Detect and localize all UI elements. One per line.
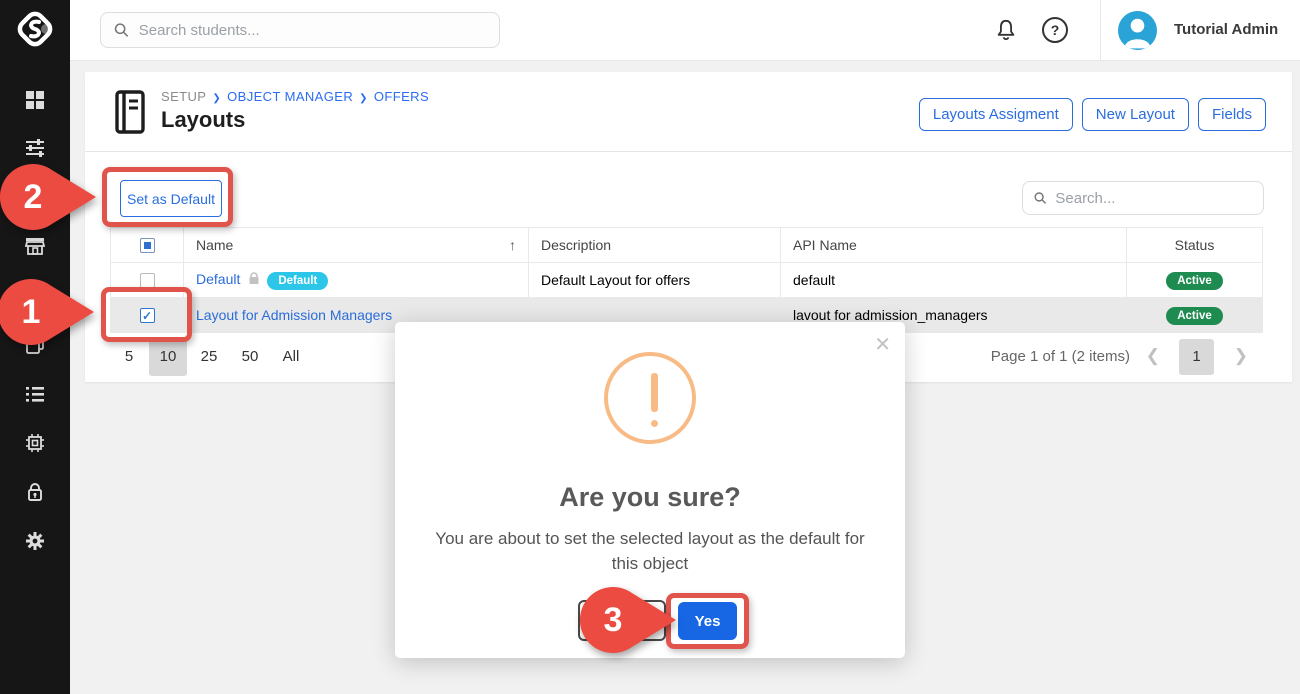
- row-description: Default Layout for offers: [529, 263, 781, 298]
- notifications-button[interactable]: [993, 17, 1019, 48]
- highlight-box-set-as-default: [102, 167, 233, 227]
- topbar-divider: [1100, 0, 1101, 61]
- dialog-message: You are about to set the selected layout…: [425, 527, 875, 576]
- step-marker-3: 3: [576, 583, 680, 657]
- user-name: Tutorial Admin: [1174, 21, 1278, 38]
- highlight-box-checkbox: [101, 287, 192, 342]
- search-icon: [1033, 190, 1047, 206]
- step-marker-1: 1: [0, 275, 98, 349]
- app-root: ? Tutorial Admin SETUP❯OBJECT MA: [0, 0, 1300, 694]
- step-number: 3: [588, 601, 638, 640]
- sidebar-item-list[interactable]: [0, 376, 70, 412]
- logo-icon: [15, 9, 55, 49]
- store-icon: [24, 235, 46, 257]
- page-size-all[interactable]: All: [272, 338, 310, 376]
- step-number: 2: [8, 178, 58, 217]
- sidebar-item-dashboard[interactable]: [0, 82, 70, 118]
- chevron-right-icon: ❯: [206, 93, 227, 104]
- sort-ascending-icon[interactable]: ↑: [509, 237, 516, 253]
- page-size-25[interactable]: 25: [190, 338, 228, 376]
- layouts-page-icon: [111, 88, 149, 141]
- chevron-right-icon: ❯: [353, 93, 374, 104]
- student-search: [100, 12, 500, 48]
- table-row-default: Default Default Default Layout for offers…: [111, 263, 1263, 298]
- dashboard-icon: [24, 89, 46, 111]
- previous-page-icon[interactable]: ❮: [1146, 346, 1160, 366]
- dialog-title: Are you sure?: [395, 482, 905, 513]
- gear-icon: [24, 530, 46, 552]
- column-header-status: Status: [1127, 228, 1263, 263]
- search-icon: [113, 21, 130, 39]
- breadcrumb-offers[interactable]: OFFERS: [374, 89, 429, 104]
- step-number: 1: [6, 293, 56, 332]
- step-marker-2: 2: [0, 160, 100, 234]
- page-number-1[interactable]: 1: [1179, 339, 1214, 375]
- tune-icon: [24, 137, 46, 159]
- layout-link-default[interactable]: Default: [196, 271, 240, 287]
- select-all-checkbox[interactable]: [140, 238, 155, 253]
- table-search-input[interactable]: [1055, 190, 1253, 207]
- breadcrumb-setup: SETUP: [161, 89, 206, 104]
- default-badge: Default: [267, 272, 328, 290]
- user-avatar[interactable]: [1118, 11, 1157, 50]
- warning-icon: [604, 352, 696, 444]
- status-badge: Active: [1166, 272, 1223, 290]
- layout-link-admission-managers[interactable]: Layout for Admission Managers: [196, 307, 392, 323]
- breadcrumb: SETUP❯OBJECT MANAGER❯OFFERS: [161, 89, 429, 104]
- fields-button[interactable]: Fields: [1198, 98, 1266, 131]
- status-badge: Active: [1166, 307, 1223, 325]
- chip-icon: [24, 432, 46, 454]
- new-layout-button[interactable]: New Layout: [1082, 98, 1189, 131]
- page-header: SETUP❯OBJECT MANAGER❯OFFERS Layouts Layo…: [85, 72, 1292, 151]
- student-search-input[interactable]: [139, 22, 487, 39]
- layouts-table: Name ↑ Description API Name Status Defau…: [110, 227, 1263, 333]
- page-size-10[interactable]: 10: [149, 338, 187, 376]
- question-mark-icon: ?: [1051, 22, 1060, 38]
- page-size-5[interactable]: 5: [110, 338, 148, 376]
- header-checkbox-cell: [111, 228, 184, 263]
- topbar: ? Tutorial Admin: [70, 0, 1300, 61]
- row-api-name: default: [781, 263, 1127, 298]
- sidebar-item-security[interactable]: [0, 474, 70, 510]
- help-button[interactable]: ?: [1042, 17, 1068, 43]
- person-icon: [1118, 11, 1157, 50]
- table-header-row: Name ↑ Description API Name Status: [111, 228, 1263, 263]
- column-header-description: Description: [529, 228, 781, 263]
- table-search: [1022, 181, 1264, 215]
- column-header-api-name: API Name: [781, 228, 1127, 263]
- lock-icon: [24, 481, 46, 503]
- sidebar-item-preferences[interactable]: [0, 523, 70, 559]
- list-icon: [24, 383, 46, 405]
- breadcrumb-object-manager[interactable]: OBJECT MANAGER: [227, 89, 353, 104]
- lock-icon: [248, 272, 260, 288]
- sidebar-item-system[interactable]: [0, 425, 70, 461]
- header-actions: Layouts Assigment New Layout Fields: [919, 98, 1266, 131]
- bell-icon: [993, 17, 1019, 43]
- page-title: Layouts: [161, 107, 245, 133]
- layouts-assignment-button[interactable]: Layouts Assigment: [919, 98, 1073, 131]
- column-header-name[interactable]: Name ↑: [184, 228, 529, 263]
- close-icon[interactable]: ✕: [874, 332, 891, 357]
- page-size-50[interactable]: 50: [231, 338, 269, 376]
- app-logo[interactable]: [0, 0, 70, 58]
- pagination-summary: Page 1 of 1 (2 items): [991, 348, 1130, 365]
- next-page-icon[interactable]: ❯: [1234, 346, 1248, 366]
